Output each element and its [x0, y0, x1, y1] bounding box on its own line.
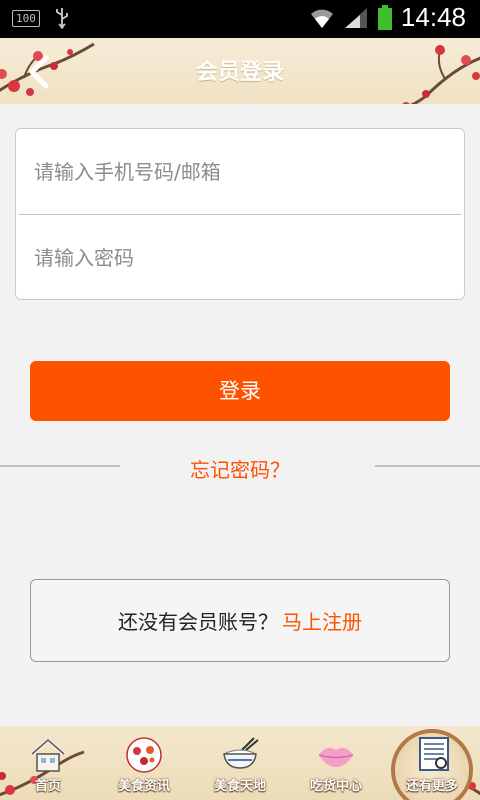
- forgot-password-row: 忘记密码？: [0, 446, 480, 486]
- nav-label: 还有更多: [405, 779, 458, 794]
- nav-item-foodie-center[interactable]: 吃货中心: [288, 726, 384, 800]
- phone-email-input[interactable]: [34, 159, 434, 184]
- nav-item-food-news[interactable]: 美食资讯: [96, 726, 192, 800]
- bottom-nav: 首页 美食资讯 美食天地 吃货中心 还有更多: [0, 726, 480, 800]
- food-news-icon: [126, 737, 162, 773]
- status-time: 14:48: [400, 2, 466, 32]
- usb-icon: [55, 8, 68, 29]
- register-box: 还没有会员账号？ 马上注册: [30, 579, 450, 662]
- nav-label: 首页: [34, 779, 61, 794]
- wifi-icon: [310, 9, 333, 28]
- status-left: 100: [12, 7, 70, 29]
- page-title: 会员登录: [195, 60, 284, 85]
- divider-line: [375, 465, 480, 467]
- nav-label: 美食天地: [213, 779, 266, 794]
- battery-icon: [377, 4, 392, 30]
- nav-label: 美食资讯: [117, 779, 170, 794]
- home-icon: [31, 738, 65, 772]
- forgot-password-link[interactable]: 忘记密码？: [0, 454, 480, 483]
- login-form: [15, 128, 465, 300]
- nav-item-food-world[interactable]: 美食天地: [192, 726, 288, 800]
- password-field[interactable]: [16, 215, 464, 300]
- nav-item-home[interactable]: 首页: [0, 726, 96, 800]
- nav-item-more[interactable]: 还有更多: [384, 726, 480, 800]
- status-right: 14:48: [309, 2, 466, 33]
- register-link[interactable]: 马上注册: [282, 606, 362, 635]
- status-bar: 100 14:48: [0, 0, 480, 38]
- battery-level-badge: 100: [12, 9, 40, 27]
- register-prompt: 还没有会员账号？: [118, 610, 278, 634]
- header: 会员登录: [0, 38, 480, 104]
- rice-bowl-icon: [223, 737, 259, 769]
- signal-icon: [344, 7, 367, 28]
- password-input[interactable]: [34, 245, 434, 270]
- lips-icon: [318, 747, 354, 767]
- more-document-icon: [419, 737, 449, 771]
- login-button[interactable]: 登录: [30, 361, 450, 421]
- phone-email-field[interactable]: [16, 129, 464, 214]
- nav-label: 吃货中心: [309, 779, 362, 794]
